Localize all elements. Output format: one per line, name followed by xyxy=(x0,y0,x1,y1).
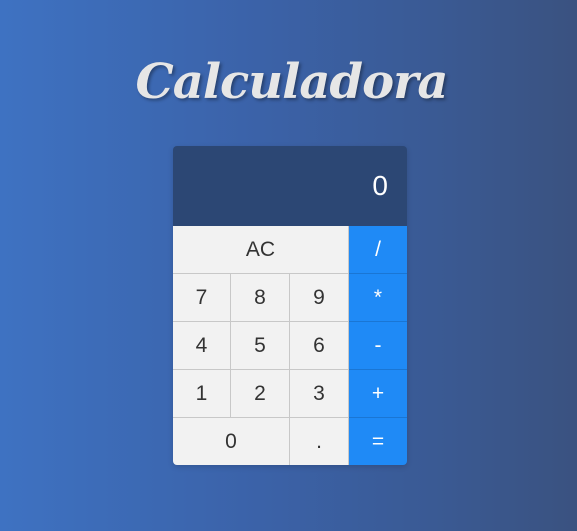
calculator-display: 0 xyxy=(173,146,407,226)
decimal-button[interactable]: . xyxy=(290,418,349,465)
multiply-button[interactable]: * xyxy=(349,274,407,322)
calculator: 0 AC / 7 8 9 * 4 5 6 - 1 2 3 + 0 . = xyxy=(173,146,407,465)
digit-7-button[interactable]: 7 xyxy=(173,274,231,322)
subtract-button[interactable]: - xyxy=(349,322,407,370)
divide-button[interactable]: / xyxy=(349,226,407,274)
digit-1-button[interactable]: 1 xyxy=(173,370,231,418)
digit-5-button[interactable]: 5 xyxy=(231,322,290,370)
digit-4-button[interactable]: 4 xyxy=(173,322,231,370)
digit-8-button[interactable]: 8 xyxy=(231,274,290,322)
page-title: Calculadora xyxy=(135,54,449,110)
clear-button[interactable]: AC xyxy=(173,226,349,274)
digit-0-button[interactable]: 0 xyxy=(173,418,290,465)
digit-2-button[interactable]: 2 xyxy=(231,370,290,418)
digit-9-button[interactable]: 9 xyxy=(290,274,349,322)
add-button[interactable]: + xyxy=(349,370,407,418)
digit-6-button[interactable]: 6 xyxy=(290,322,349,370)
equals-button[interactable]: = xyxy=(349,418,407,465)
digit-3-button[interactable]: 3 xyxy=(290,370,349,418)
